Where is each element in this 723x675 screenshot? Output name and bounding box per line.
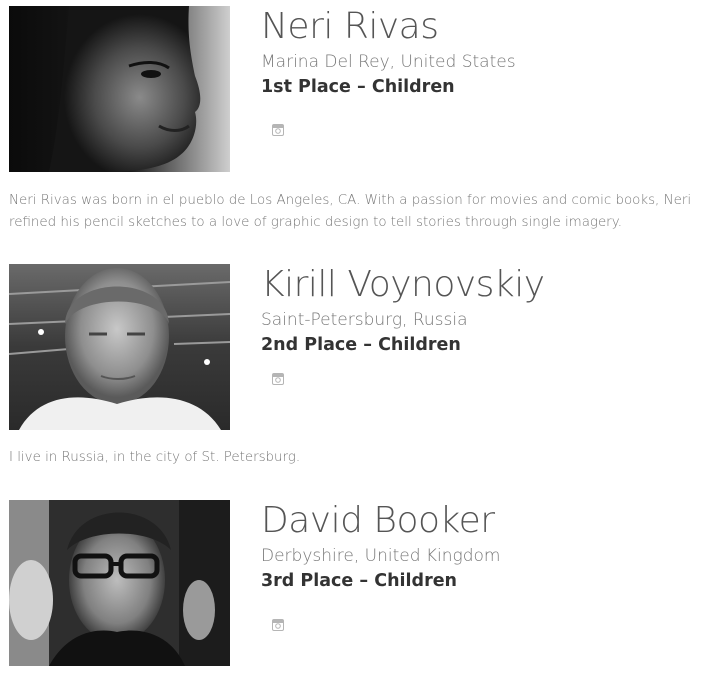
winner-bio: I live in Russia, in the city of St. Pet… — [9, 450, 301, 465]
winner-place: 3rd Place – Children — [261, 571, 458, 591]
winner-location: Saint-Petersburg, Russia — [261, 310, 468, 330]
winner-bio: Neri Rivas was born in el pueblo de Los … — [9, 193, 692, 230]
winner-name: David Booker — [261, 500, 495, 541]
instagram-icon[interactable] — [272, 373, 284, 385]
winner-photo — [9, 264, 230, 430]
winner-name: Kirill Voynovskiy — [261, 264, 545, 305]
winner-photo — [9, 6, 230, 172]
instagram-icon[interactable] — [272, 124, 284, 136]
winner-info: David Booker Derbyshire, United Kingdom … — [261, 500, 721, 631]
winner-name: Neri Rivas — [261, 6, 439, 47]
winner-info: Kirill Voynovskiy Saint-Petersburg, Russ… — [261, 264, 721, 385]
instagram-icon[interactable] — [272, 619, 284, 631]
winner-location: Marina Del Rey, United States — [261, 52, 516, 72]
winner-info: Neri Rivas Marina Del Rey, United States… — [261, 6, 721, 136]
winner-photo — [9, 500, 230, 666]
winner-location: Derbyshire, United Kingdom — [261, 546, 501, 566]
winner-place: 2nd Place – Children — [261, 335, 461, 355]
winner-place: 1st Place – Children — [261, 77, 455, 97]
